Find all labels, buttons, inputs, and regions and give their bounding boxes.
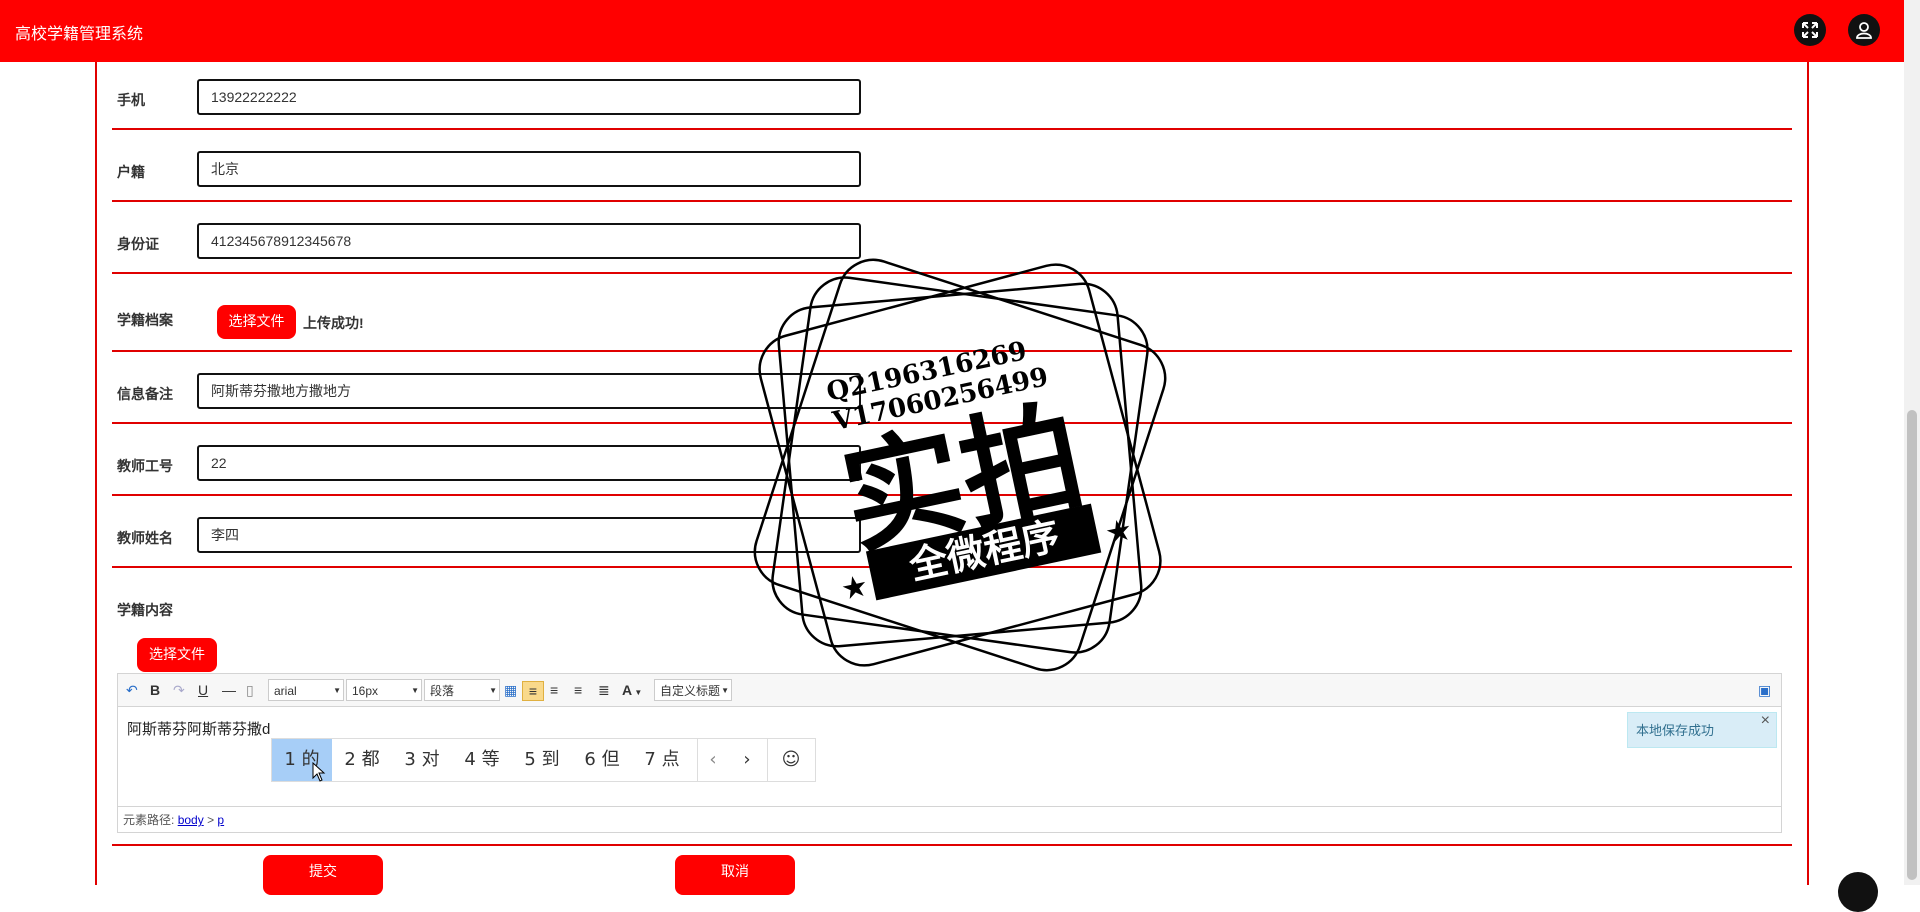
local-save-toast: 本地保存成功 × — [1627, 712, 1777, 748]
font-family-select[interactable]: arial ▼ — [268, 679, 344, 701]
editor-toolbar: ↶ B ↷ U — ▯ arial ▼ 16px ▼ 段落 ▼ ▦ ≡ ≡ ≡ ≣ A… — [118, 674, 1781, 707]
teacher-name-label: 教师姓名 — [117, 530, 173, 546]
ime-candidate[interactable]: 7 点 — [632, 739, 692, 781]
ime-candidate-bar: 1 的 2 都 3 对 4 等 5 到 6 但 7 点 ‹ › ☺ — [271, 738, 816, 782]
fullscreen-icon[interactable] — [1794, 14, 1826, 46]
page-icon[interactable]: ▯ — [246, 681, 254, 699]
archive-label: 学籍档案 — [117, 312, 173, 328]
horizontal-rule-icon[interactable]: — — [222, 681, 236, 699]
watermark-stamp: Q2196316269 V17060256499 实拍 全微程序 ★ ★ — [753, 258, 1167, 672]
hukou-label: 户籍 — [117, 164, 145, 180]
row-divider — [112, 200, 1792, 202]
phone-input[interactable]: 13922222222 — [197, 79, 861, 115]
submit-button[interactable]: 提交 — [263, 855, 383, 895]
close-icon[interactable]: × — [1761, 703, 1770, 739]
mouse-cursor-icon — [312, 762, 326, 782]
top-bar: 高校学籍管理系统 — [0, 0, 1904, 62]
ime-prev-icon[interactable]: ‹ — [697, 739, 728, 781]
cancel-button[interactable]: 取消 — [675, 855, 795, 895]
rich-text-editor: ↶ B ↷ U — ▯ arial ▼ 16px ▼ 段落 ▼ ▦ ≡ ≡ ≡ ≣ A… — [117, 673, 1782, 833]
align-center-icon[interactable]: ≡ — [574, 681, 582, 699]
row-divider — [112, 844, 1792, 846]
ime-candidate[interactable]: 6 但 — [572, 739, 632, 781]
path-body-link[interactable]: body — [178, 813, 204, 827]
align-justify-icon[interactable]: ≣ — [598, 681, 610, 699]
app-title: 高校学籍管理系统 — [15, 26, 144, 43]
element-path: 元素路径: body > p — [118, 806, 1781, 832]
paragraph-select[interactable]: 段落 ▼ — [424, 679, 500, 701]
ime-candidate[interactable]: 3 对 — [392, 739, 452, 781]
archive-file-button[interactable]: 选择文件 — [217, 305, 296, 339]
ime-next-icon[interactable]: › — [732, 739, 762, 781]
content-label: 学籍内容 — [117, 602, 173, 618]
content-file-button[interactable]: 选择文件 — [137, 638, 217, 672]
phone-label: 手机 — [117, 92, 145, 108]
bold-icon[interactable]: B — [150, 681, 160, 699]
ime-candidate[interactable]: 4 等 — [452, 739, 512, 781]
undo-icon[interactable]: ↶ — [126, 681, 138, 699]
idcard-input[interactable]: 412345678912345678 — [197, 223, 861, 259]
custom-title-select[interactable]: 自定义标题 ▼ — [654, 679, 732, 701]
remark-label: 信息备注 — [117, 386, 173, 402]
align-left-icon[interactable]: ≡ — [522, 681, 544, 701]
floating-button[interactable] — [1838, 872, 1878, 912]
svg-text:★: ★ — [838, 569, 871, 607]
scrollbar-thumb[interactable] — [1907, 410, 1917, 880]
ime-emoji-icon[interactable]: ☺ — [767, 739, 814, 781]
redo-icon[interactable]: ↷ — [173, 681, 185, 699]
upload-status: 上传成功! — [303, 315, 364, 331]
page-scrollbar[interactable] — [1904, 0, 1920, 885]
table-icon[interactable]: ▦ — [504, 681, 517, 699]
user-icon[interactable] — [1848, 14, 1880, 46]
path-p-link[interactable]: p — [217, 813, 224, 827]
svg-text:★: ★ — [1102, 513, 1135, 551]
align-right-icon[interactable]: ≡ — [550, 681, 558, 699]
ime-candidate[interactable]: 5 到 — [512, 739, 572, 781]
underline-icon[interactable]: U — [198, 681, 208, 699]
teacher-id-label: 教师工号 — [117, 458, 173, 474]
font-color-icon[interactable]: A ▼ — [622, 681, 642, 699]
font-size-select[interactable]: 16px ▼ — [346, 679, 422, 701]
idcard-label: 身份证 — [117, 236, 159, 252]
ime-candidate[interactable]: 2 都 — [332, 739, 392, 781]
editor-content[interactable]: 阿斯蒂芬阿斯蒂芬撒d — [127, 718, 270, 739]
row-divider — [112, 128, 1792, 130]
hukou-input[interactable]: 北京 — [197, 151, 861, 187]
preview-icon[interactable]: ▣ — [1758, 681, 1771, 699]
